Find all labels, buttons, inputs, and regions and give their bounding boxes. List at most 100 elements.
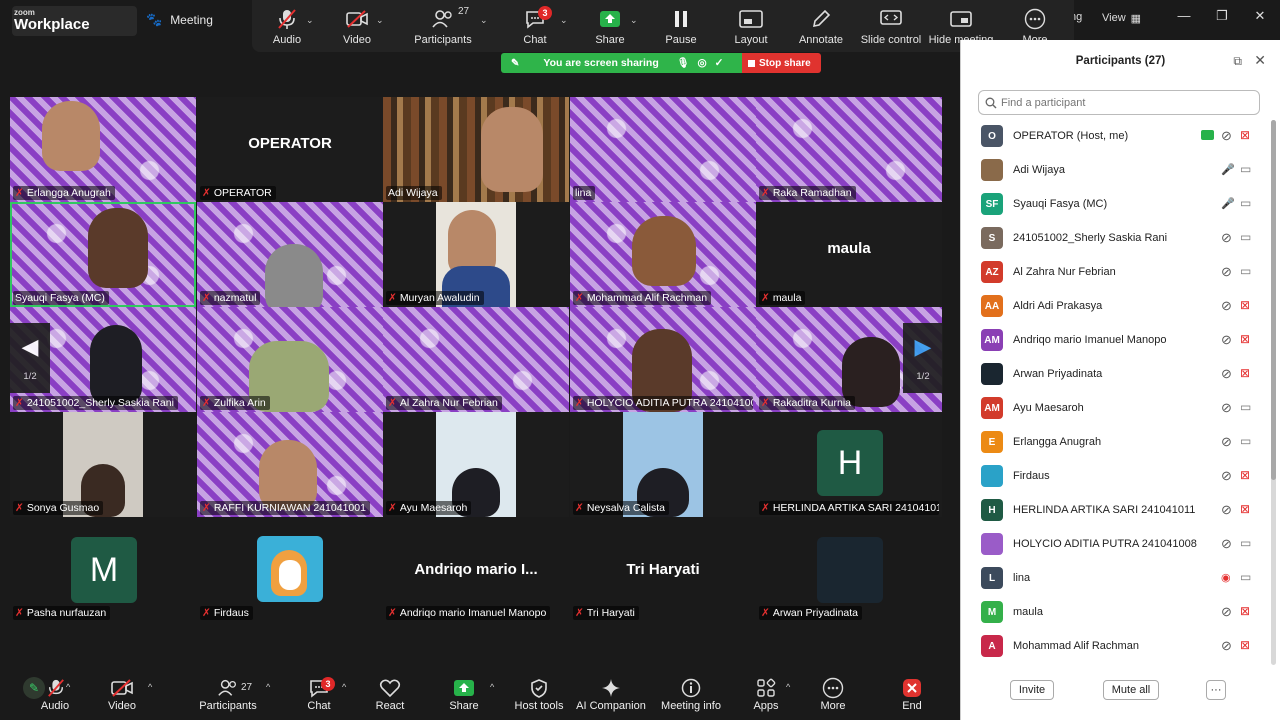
ai-companion-button[interactable]: AI Companion	[576, 676, 646, 718]
participant-row[interactable]: AA Aldri Adi Prakasya ⊘ ⊠	[961, 290, 1271, 324]
camera-off-icon[interactable]: ⊠	[1240, 638, 1250, 652]
participant-row[interactable]: Arwan Priyadinata ⊘ ⊠	[961, 358, 1271, 392]
mute-all-button[interactable]: Mute all	[1103, 680, 1159, 700]
mic-muted-icon[interactable]: ⊘	[1221, 434, 1232, 450]
participant-row[interactable]: O OPERATOR (Host, me) ⊘ ⊠	[961, 120, 1271, 154]
apps-button[interactable]: Apps	[746, 676, 786, 718]
mic-icon[interactable]: 🎤	[1221, 196, 1235, 210]
participant-row[interactable]: AZ Al Zahra Nur Febrian ⊘ ▭	[961, 256, 1271, 290]
share-toolbar-chat[interactable]: Chat	[500, 4, 570, 50]
camera-icon[interactable]: ▭	[1240, 196, 1251, 210]
video-tile[interactable]: M ✗ Pasha nurfauzan	[10, 517, 196, 622]
shield-check-icon[interactable]: ✓	[715, 57, 724, 69]
video-tile-active-speaker[interactable]: Syauqi Fasya (MC)	[10, 202, 196, 307]
participant-row[interactable]: Adi Wijaya 🎤 ▭	[961, 154, 1271, 188]
video-tile[interactable]: ✗ Raka Ramadhan	[756, 97, 942, 202]
maximize-icon[interactable]: ❐	[1212, 8, 1232, 24]
participant-row[interactable]: S 241051002_Sherly Saskia Rani ⊘ ▭	[961, 222, 1271, 256]
mic-muted-icon[interactable]: 🎙	[677, 58, 690, 69]
participant-row[interactable]: HOLYCIO ADITIA PUTRA 241041008 ⊘ ▭	[961, 528, 1271, 562]
chevron-up-icon[interactable]: ^	[148, 682, 152, 692]
mic-muted-icon[interactable]: ⊘	[1221, 400, 1232, 416]
camera-icon[interactable]: ▭	[1240, 230, 1251, 244]
camera-icon[interactable]: ▭	[1240, 536, 1251, 550]
share-toolbar-layout[interactable]: Layout	[716, 4, 786, 50]
camera-off-icon[interactable]: ⊠	[1240, 332, 1250, 346]
video-tile[interactable]: maula ✗ maula	[756, 202, 942, 307]
video-tile[interactable]: ✗ Mohammad Alif Rachman	[570, 202, 756, 307]
scrollbar-thumb[interactable]	[1271, 120, 1276, 480]
share-toolbar-pause[interactable]: Pause	[646, 4, 716, 50]
more-button[interactable]: More	[813, 676, 853, 718]
mic-active-icon[interactable]: ◉	[1221, 570, 1231, 584]
video-tile[interactable]: ✗ Muryan Awaludin	[383, 202, 569, 307]
target-icon[interactable]: ◎	[697, 57, 706, 69]
close-icon[interactable]: ✕	[1254, 52, 1266, 69]
video-tile[interactable]: Andriqo mario I... ✗ Andriqo mario Imanue…	[383, 517, 569, 622]
participant-row[interactable]: E Erlangga Anugrah ⊘ ▭	[961, 426, 1271, 460]
mic-muted-icon[interactable]: ⊘	[1221, 366, 1232, 382]
video-tile[interactable]: ✗ Neysalva Calista	[570, 412, 756, 517]
participant-list-scrollbar[interactable]	[1271, 120, 1276, 665]
mic-muted-icon[interactable]: ⊘	[1221, 332, 1232, 348]
end-meeting-button[interactable]: End	[892, 676, 932, 718]
chevron-up-icon[interactable]: ^	[786, 682, 790, 692]
prev-page-button[interactable]: ◀ 1/2	[10, 323, 50, 393]
camera-off-icon[interactable]: ⊠	[1240, 366, 1250, 380]
next-page-button[interactable]: ▶ 1/2	[903, 323, 943, 393]
search-input[interactable]	[1001, 96, 1241, 109]
participant-row[interactable]: SF Syauqi Fasya (MC) 🎤 ▭	[961, 188, 1271, 222]
share-button[interactable]: Share	[442, 676, 486, 718]
chat-button[interactable]: Chat	[296, 676, 342, 718]
chevron-up-icon[interactable]: ^	[266, 682, 270, 692]
chevron-up-icon[interactable]: ^	[490, 682, 494, 692]
video-tile[interactable]: ✗ HOLYCIO ADITIA PUTRA 241041008	[570, 307, 756, 412]
video-button[interactable]: Video	[96, 676, 148, 718]
video-tile[interactable]: ✗ Erlangga Anugrah	[10, 97, 196, 202]
chevron-down-icon[interactable]: ⌄	[480, 15, 488, 26]
chevron-down-icon[interactable]: ⌄	[560, 15, 568, 26]
video-tile[interactable]: ✗ Arwan Priyadinata	[756, 517, 942, 622]
camera-off-icon[interactable]: ⊠	[1240, 502, 1250, 516]
camera-off-icon[interactable]: ⊠	[1240, 604, 1250, 618]
camera-icon[interactable]: ▭	[1240, 400, 1251, 414]
participant-row[interactable]: H HERLINDA ARTIKA SARI 241041011 ⊘ ⊠	[961, 494, 1271, 528]
invite-button[interactable]: Invite	[1010, 680, 1054, 700]
video-tile[interactable]: ✗ RAFFI KURNIAWAN 241041001	[197, 412, 383, 517]
pen-icon[interactable]: ✎	[511, 58, 519, 69]
mic-muted-icon[interactable]: ⊘	[1221, 230, 1232, 246]
mic-muted-icon[interactable]: ⊘	[1221, 536, 1232, 552]
camera-off-icon[interactable]: ⊠	[1240, 468, 1250, 482]
mic-muted-icon[interactable]: ⊘	[1221, 638, 1232, 654]
participant-row[interactable]: A Mohammad Alif Rachman ⊘ ⊠	[961, 630, 1271, 664]
video-tile[interactable]: Adi Wijaya	[383, 97, 569, 202]
video-tile[interactable]: ✗ nazmatul	[197, 202, 383, 307]
camera-off-icon[interactable]: ⊠	[1240, 128, 1250, 142]
share-toolbar-audio[interactable]: Audio	[252, 4, 322, 50]
close-window-icon[interactable]: ✕	[1250, 8, 1270, 24]
video-tile[interactable]: OPERATOR ✗ OPERATOR	[197, 97, 383, 202]
chevron-down-icon[interactable]: ⌄	[306, 15, 314, 26]
meeting-info-button[interactable]: Meeting info	[658, 676, 724, 718]
participant-row[interactable]: AM Ayu Maesaroh ⊘ ▭	[961, 392, 1271, 426]
chevron-down-icon[interactable]: ⌄	[630, 15, 638, 26]
share-toolbar-video[interactable]: Video	[322, 4, 392, 50]
minimize-icon[interactable]: —	[1174, 8, 1194, 23]
view-button[interactable]: View ▦	[1096, 7, 1147, 29]
video-tile[interactable]: Tri Haryati ✗ Tri Haryati	[570, 517, 756, 622]
chevron-up-icon[interactable]: ^	[66, 682, 70, 692]
mic-muted-icon[interactable]: ⊘	[1221, 468, 1232, 484]
participant-row[interactable]: Mmaula ⊘ ⊠	[961, 596, 1271, 630]
chevron-down-icon[interactable]: ⌄	[376, 15, 384, 26]
more-options-button[interactable]: ···	[1206, 680, 1226, 700]
video-tile[interactable]: ✗ Sonya Gusmao	[10, 412, 196, 517]
video-tile[interactable]: ✗ Al Zahra Nur Febrian	[383, 307, 569, 412]
mic-muted-icon[interactable]: ⊘	[1221, 502, 1232, 518]
mic-muted-icon[interactable]: ⊘	[1221, 298, 1232, 314]
camera-icon[interactable]: ▭	[1240, 162, 1251, 176]
video-tile[interactable]: lina	[570, 97, 756, 202]
mic-muted-icon[interactable]: ⊘	[1221, 128, 1232, 144]
share-toolbar-slide-control[interactable]: Slide control	[856, 4, 926, 50]
video-tile[interactable]: ✗ Firdaus	[197, 517, 383, 622]
mic-icon[interactable]: 🎤	[1221, 162, 1235, 176]
